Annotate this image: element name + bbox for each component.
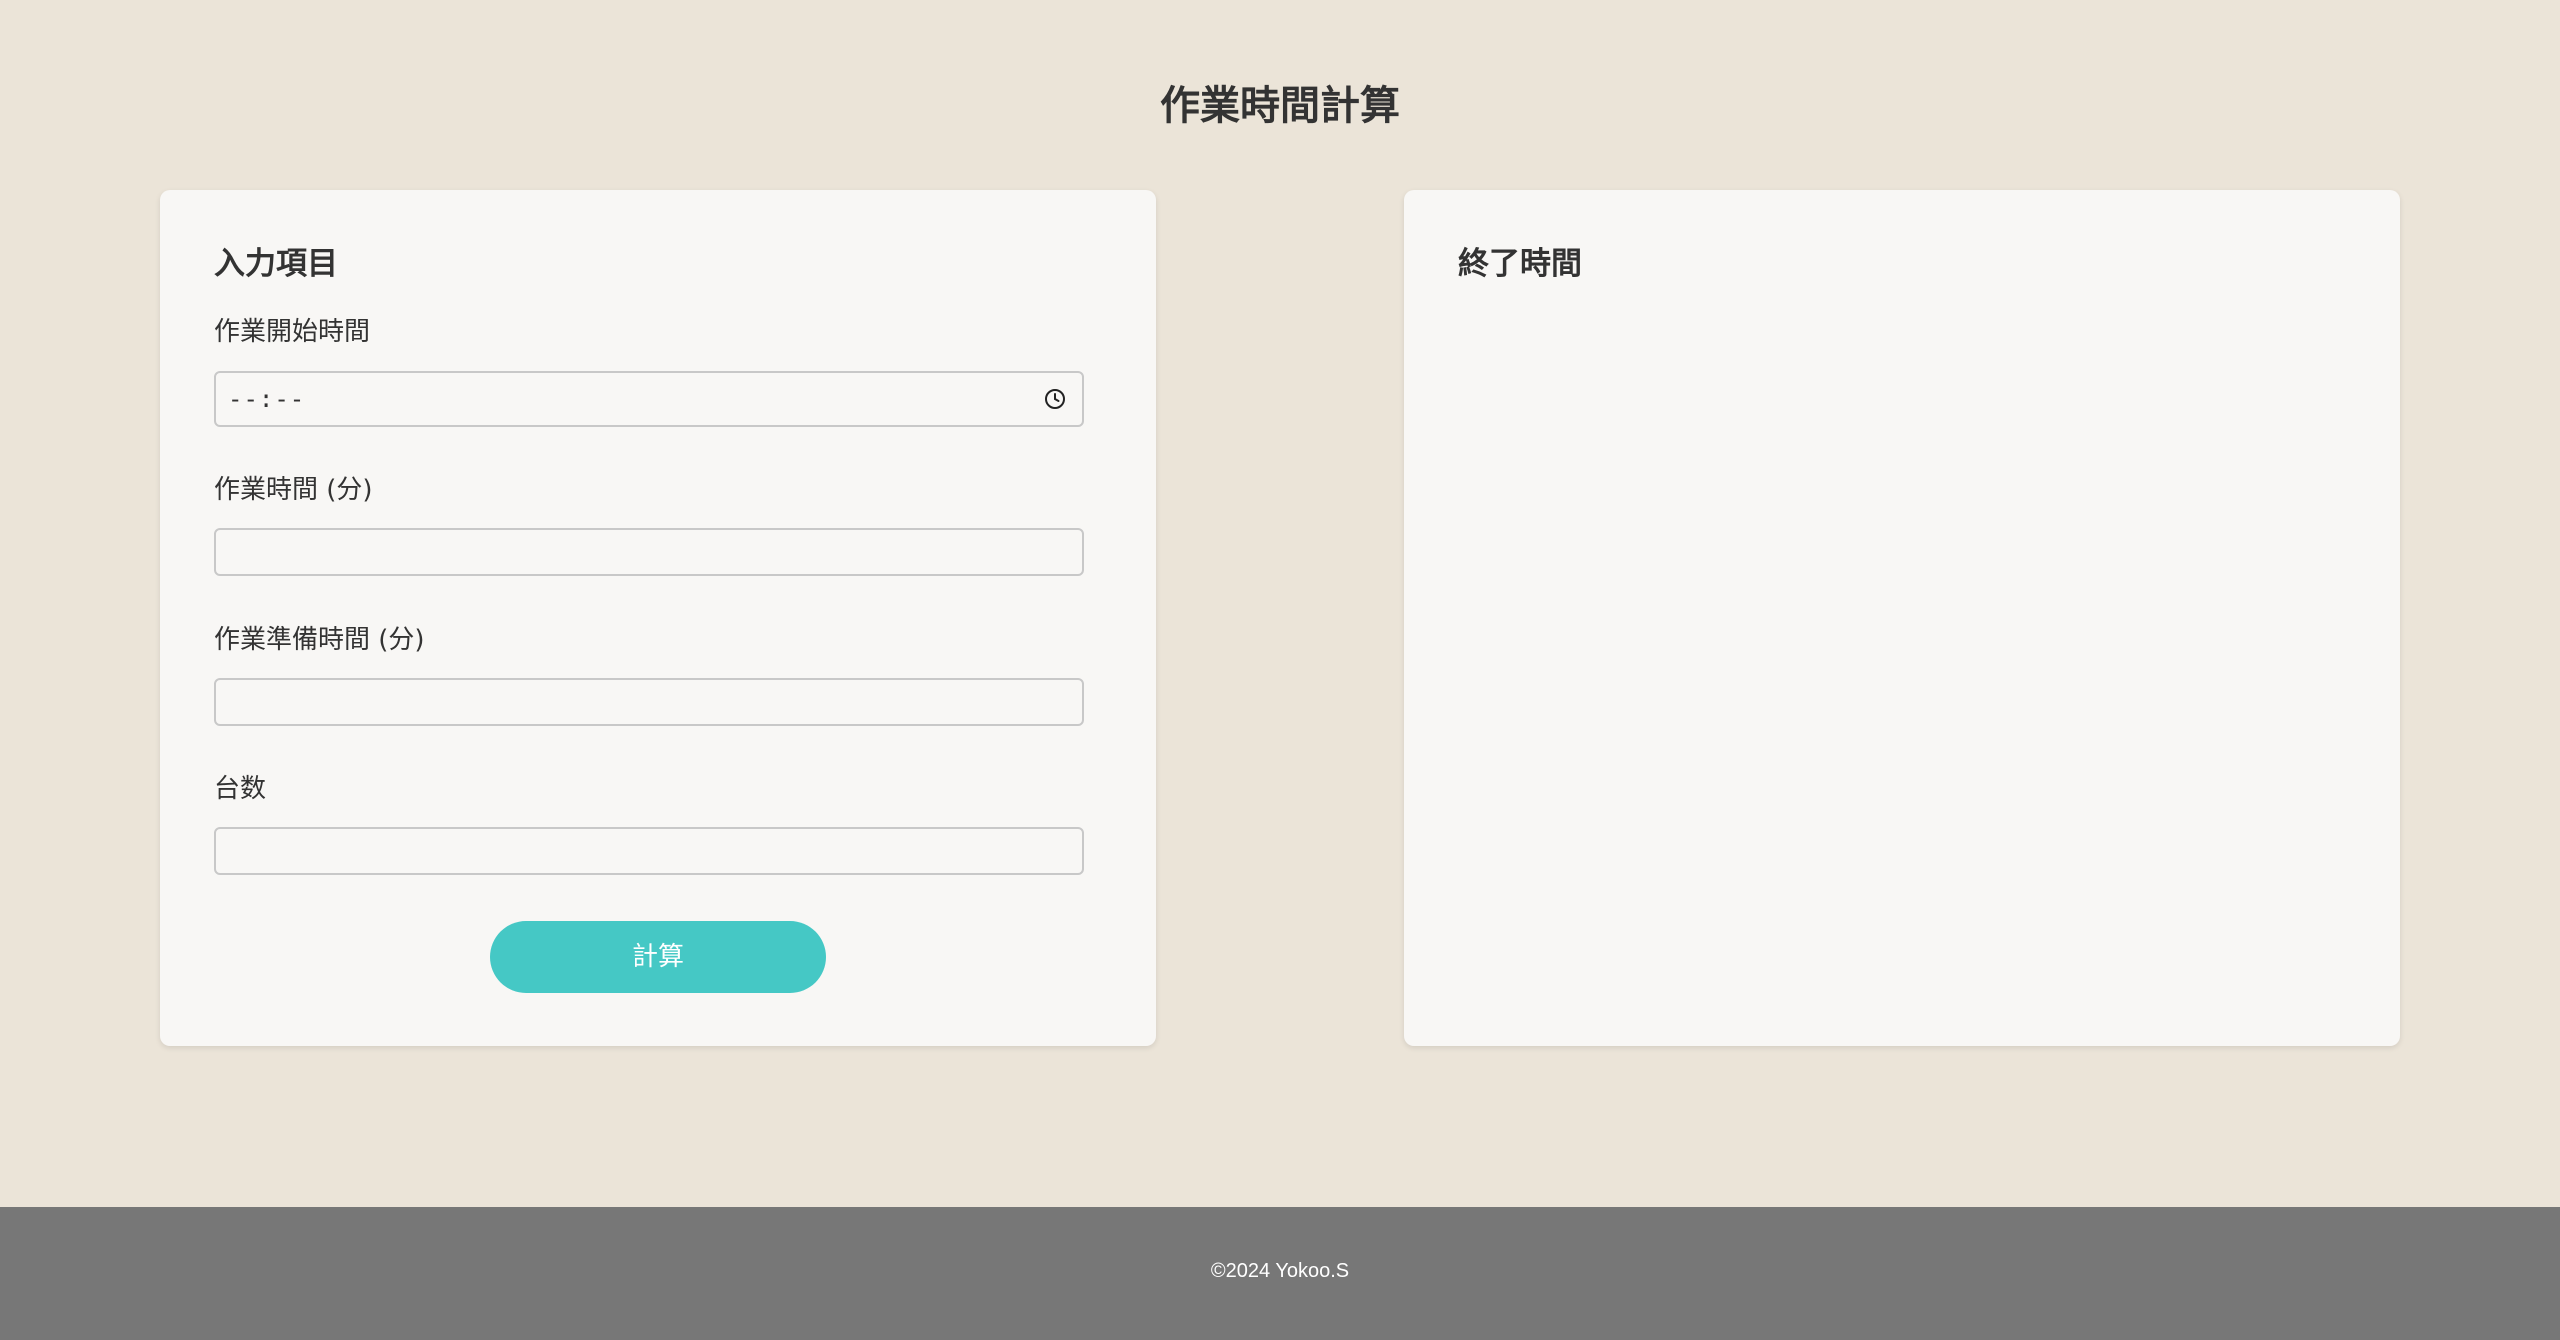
page-title: 作業時間計算 [1160, 83, 1400, 129]
copyright-text: ©2024 Yokoo.S [1210, 1260, 1350, 1282]
prep-minutes-input[interactable] [214, 678, 1084, 726]
units-input[interactable] [214, 827, 1084, 875]
start-time-input[interactable]: --:-- [214, 371, 1084, 427]
footer: ©2024 Yokoo.S [0, 1207, 2560, 1340]
input-panel: 入力項目 作業開始時間 --:-- 作業時間 (分) 作業準備時間 (分) 台数… [160, 190, 1156, 1046]
result-panel: 終了時間 [1404, 190, 2400, 1046]
clock-icon[interactable] [1044, 388, 1066, 410]
result-panel-heading: 終了時間 [1458, 246, 1582, 282]
units-label: 台数 [214, 774, 267, 804]
start-time-label: 作業開始時間 [214, 317, 371, 347]
work-minutes-input[interactable] [214, 528, 1084, 576]
prep-minutes-label: 作業準備時間 (分) [214, 625, 425, 655]
work-minutes-label: 作業時間 (分) [214, 475, 373, 505]
input-panel-heading: 入力項目 [214, 246, 338, 282]
calculate-button[interactable]: 計算 [490, 921, 826, 993]
start-time-placeholder: --:-- [228, 385, 306, 413]
